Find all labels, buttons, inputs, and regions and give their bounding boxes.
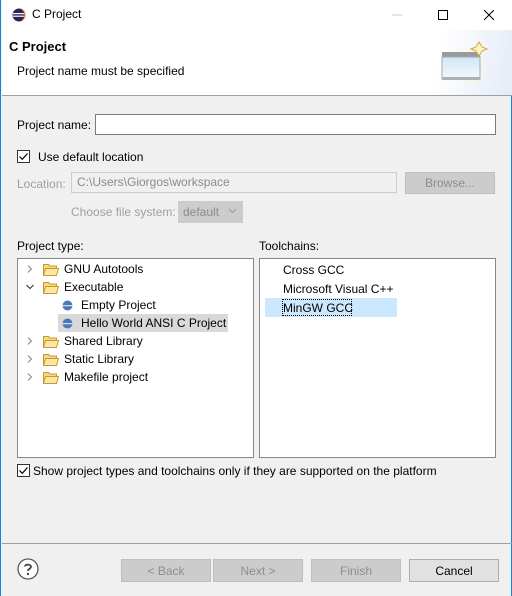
banner-title: C Project — [9, 39, 67, 54]
banner-message: Project name must be specified — [17, 64, 185, 78]
c-project-dialog: C Project C Project Project name must be… — [0, 0, 512, 596]
tree-item-executable[interactable]: Executable — [25, 278, 123, 296]
supported-only-label: Show project types and toolchains only i… — [33, 464, 437, 478]
location-input[interactable]: C:\Users\Giorgos\workspace — [71, 172, 397, 193]
eclipse-icon — [12, 8, 26, 22]
tree-item-label: GNU Autotools — [64, 262, 144, 276]
folder-icon — [43, 335, 59, 348]
browse-button[interactable]: Browse... — [405, 172, 495, 194]
maximize-icon — [438, 10, 448, 20]
chevron-right-icon[interactable] — [25, 264, 35, 274]
folder-icon — [43, 371, 59, 384]
toolchain-item-msvc[interactable]: Microsoft Visual C++ — [283, 282, 394, 296]
maximize-button[interactable] — [420, 0, 466, 30]
cancel-button[interactable]: Cancel — [409, 559, 499, 582]
tree-item-label: Shared Library — [64, 334, 143, 348]
tree-item-label: Hello World ANSI C Project — [81, 316, 227, 330]
file-system-select[interactable]: default — [178, 201, 243, 223]
file-system-value: default — [183, 205, 220, 219]
file-system-label: Choose file system: — [71, 205, 176, 219]
minimize-button[interactable] — [374, 0, 420, 30]
window-title: C Project — [32, 7, 82, 21]
project-type-label: Project type: — [17, 239, 84, 253]
finish-button[interactable]: Finish — [311, 559, 401, 582]
toolchain-item-mingw-gcc[interactable]: MinGW GCC — [283, 301, 353, 315]
next-button[interactable]: Next > — [213, 559, 303, 582]
help-icon[interactable] — [17, 558, 39, 580]
chevron-down-icon — [228, 208, 237, 214]
supported-only-checkbox[interactable] — [17, 464, 30, 477]
tree-item-label: Makefile project — [64, 370, 149, 384]
chevron-right-icon[interactable] — [25, 336, 35, 346]
folder-icon — [43, 353, 59, 366]
tree-item-label: Empty Project — [81, 298, 156, 312]
tree-item-empty-project[interactable]: Empty Project — [62, 296, 156, 314]
wizard-banner: C Project Project name must be specified — [2, 30, 512, 96]
project-template-icon — [62, 318, 73, 328]
checkmark-icon — [19, 467, 28, 475]
minimize-icon — [392, 14, 402, 16]
tree-item-label: Executable — [64, 280, 124, 294]
folder-icon — [43, 263, 59, 276]
location-label: Location: — [17, 177, 66, 191]
tree-item-static-library[interactable]: Static Library — [25, 350, 134, 368]
project-name-input[interactable] — [95, 114, 496, 135]
project-name-label: Project name: — [17, 118, 92, 132]
tree-item-label: Static Library — [64, 352, 135, 366]
title-bar: C Project — [2, 0, 512, 30]
toolchain-item-cross-gcc[interactable]: Cross GCC — [283, 263, 344, 277]
chevron-right-icon[interactable] — [25, 354, 35, 364]
use-default-location-checkbox[interactable] — [17, 150, 30, 163]
chevron-right-icon[interactable] — [25, 372, 35, 382]
back-button[interactable]: < Back — [121, 559, 211, 582]
tree-item-gnu-autotools[interactable]: GNU Autotools — [25, 260, 143, 278]
close-icon — [484, 10, 494, 20]
folder-open-icon — [43, 281, 59, 294]
use-default-location-label: Use default location — [38, 150, 144, 164]
button-bar-separator — [2, 543, 512, 544]
close-button[interactable] — [466, 0, 512, 30]
project-template-icon — [62, 300, 73, 310]
toolchains-label: Toolchains: — [259, 239, 320, 253]
checkmark-icon — [19, 153, 28, 161]
tree-item-makefile-project[interactable]: Makefile project — [25, 368, 148, 386]
tree-item-shared-library[interactable]: Shared Library — [25, 332, 143, 350]
tree-item-hello-world-ansi-c[interactable]: Hello World ANSI C Project — [58, 314, 228, 332]
new-project-wizard-icon — [441, 41, 489, 87]
chevron-down-icon[interactable] — [25, 282, 35, 292]
